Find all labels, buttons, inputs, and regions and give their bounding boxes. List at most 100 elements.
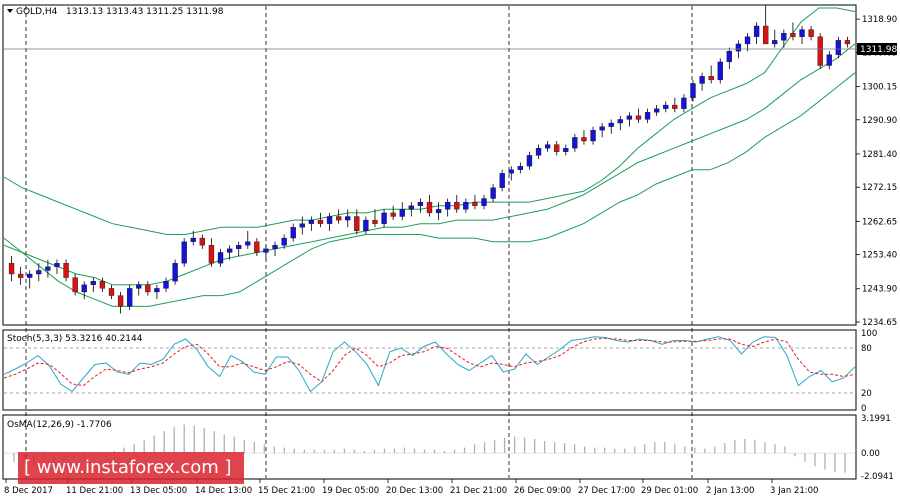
candle-body-71 <box>654 108 660 113</box>
x-tick-label-1: 11 Dec 21:00 <box>66 486 123 496</box>
candle-body-34 <box>317 219 324 224</box>
price-tick-label-9: 1234.65 <box>862 318 897 328</box>
candle-body-44 <box>408 205 414 210</box>
candle-body-32 <box>299 223 305 228</box>
candle-body-61 <box>563 148 569 152</box>
candle-body-29 <box>272 245 278 249</box>
x-tick-label-10: 29 Dec 01:00 <box>641 486 698 496</box>
stoch-tick-label-1: 80 <box>861 344 872 354</box>
candle-body-55 <box>508 169 514 174</box>
candle-body-92 <box>844 40 851 45</box>
candle-body-85 <box>781 33 787 41</box>
candle-body-38 <box>354 216 360 232</box>
price-tick-label-5: 1272.15 <box>862 183 897 193</box>
candle-body-79 <box>726 50 732 63</box>
bollinger-lower-line <box>3 72 856 307</box>
candle-body-10 <box>99 281 106 289</box>
stoch-tick-label-0: 100 <box>861 329 877 339</box>
candle-body-67 <box>617 119 623 124</box>
candle-body-39 <box>363 219 369 232</box>
osma-tick-label-0: 3.1991 <box>861 414 891 424</box>
candle-body-27 <box>254 241 260 253</box>
osma-tick-label-1: 0.00 <box>861 449 880 459</box>
price-tick-label-2: 1300.15 <box>862 83 897 93</box>
x-tick-label-12: 3 Jan 21:00 <box>770 486 818 496</box>
ohlc-label: 1313.13 1313.43 1311.25 1311.98 <box>66 7 224 17</box>
candle-body-1 <box>17 273 24 278</box>
candle-body-23 <box>217 252 224 264</box>
candle-body-17 <box>163 281 169 289</box>
grid-layer <box>4 6 855 478</box>
candle-body-91 <box>835 40 842 55</box>
candle-body-76 <box>699 76 705 84</box>
symbol-label: GOLD,H4 <box>16 7 58 17</box>
osma-label: OsMA(12,26,9) -1.7706 <box>7 420 112 430</box>
candle-body-15 <box>145 284 151 293</box>
price-tick-label-7: 1253.40 <box>862 251 897 261</box>
candle-body-46 <box>426 201 433 214</box>
candle-body-31 <box>290 227 296 239</box>
candle-body-56 <box>517 166 524 170</box>
candle-body-62 <box>572 137 578 149</box>
x-tick-label-4: 15 Dec 21:00 <box>258 486 315 496</box>
candle-body-30 <box>281 237 287 246</box>
x-tick-label-8: 26 Dec 09:00 <box>514 486 571 496</box>
candle-body-3 <box>36 270 42 275</box>
candle-body-51 <box>472 201 478 206</box>
candle-body-40 <box>372 219 378 224</box>
candle-body-74 <box>681 97 687 109</box>
candle-body-18 <box>172 263 178 282</box>
candle-body-59 <box>544 144 551 149</box>
candle-body-90 <box>826 54 832 66</box>
price-tick-label-8: 1243.90 <box>862 285 897 295</box>
candle-body-47 <box>435 209 442 214</box>
candle-body-21 <box>199 237 205 246</box>
candle-body-58 <box>535 148 542 156</box>
candle-body-77 <box>708 76 714 81</box>
candle-body-41 <box>381 212 387 224</box>
x-tick-label-2: 13 Dec 05:00 <box>130 486 187 496</box>
dropdown-triangle-icon[interactable] <box>7 9 13 13</box>
candle-body-36 <box>335 216 342 221</box>
candle-body-5 <box>54 263 60 267</box>
candle-body-48 <box>445 201 451 210</box>
candle-body-33 <box>308 219 315 224</box>
candle-body-63 <box>581 137 587 142</box>
x-tick-label-6: 20 Dec 13:00 <box>386 486 443 496</box>
watermark-text: [ www.instaforex.com ] <box>24 457 232 478</box>
current-price-tag: 1311.98 <box>860 45 897 55</box>
stochastic-lines <box>3 336 856 393</box>
candle-body-57 <box>526 155 533 167</box>
stoch-signal-line <box>3 337 856 387</box>
candle-body-43 <box>399 209 405 217</box>
x-tick-label-9: 27 Dec 17:00 <box>578 486 635 496</box>
candle-body-0 <box>8 263 15 275</box>
candle-body-6 <box>63 263 69 278</box>
candle-body-14 <box>136 284 142 289</box>
candle-body-12 <box>117 295 124 307</box>
stoch-tick-label-2: 20 <box>861 389 872 399</box>
candle-body-45 <box>417 201 424 206</box>
candle-body-49 <box>454 201 460 210</box>
stoch-tick-label-3: 0 <box>861 404 866 414</box>
candle-body-24 <box>226 248 233 253</box>
candle-body-84 <box>772 40 778 45</box>
x-tick-label-5: 19 Dec 05:00 <box>322 486 379 496</box>
candle-body-66 <box>608 122 614 127</box>
candle-body-73 <box>672 104 678 109</box>
candle-body-7 <box>72 277 78 293</box>
candle-body-26 <box>245 241 251 246</box>
candle-body-37 <box>345 216 351 221</box>
price-tick-label-3: 1290.90 <box>862 116 897 126</box>
candle-body-75 <box>690 83 696 99</box>
chart-root: 1318.901309.651300.151290.901281.401272.… <box>0 0 900 500</box>
candle-body-13 <box>127 288 133 307</box>
candle-body-60 <box>554 144 560 152</box>
candle-body-22 <box>208 245 215 264</box>
bollinger-middle-line <box>3 43 856 286</box>
candle-body-4 <box>45 266 51 271</box>
candle-body-25 <box>236 245 242 249</box>
candle-body-80 <box>735 43 742 52</box>
candle-body-8 <box>81 284 87 293</box>
candle-body-87 <box>799 29 805 37</box>
